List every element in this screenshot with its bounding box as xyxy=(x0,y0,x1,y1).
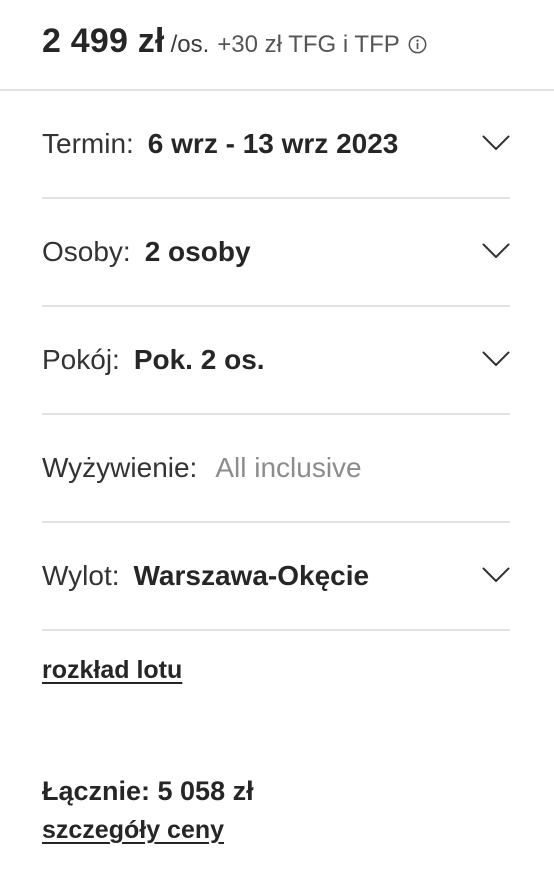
price-amount: 2 499 zł xyxy=(42,22,165,60)
price-unit: /os. xyxy=(170,31,210,58)
info-circle-icon[interactable] xyxy=(408,35,427,54)
departure-label: Wylot: xyxy=(42,560,120,591)
term-value: 6 wrz - 13 wrz 2023 xyxy=(147,128,399,159)
total-price: Łącznie: 5 058 zł xyxy=(42,776,254,806)
departure-value: Warszawa-Okęcie xyxy=(133,560,370,591)
price-header: 2 499 zł /os. +30 zł TFG i TFP xyxy=(42,22,427,62)
row-persons[interactable]: Osoby: 2 osoby xyxy=(42,199,510,307)
board-value: All inclusive xyxy=(215,452,362,483)
flight-schedule-link[interactable]: rozkład lotu xyxy=(42,656,182,685)
chevron-down-icon[interactable] xyxy=(482,567,510,583)
chevron-down-icon[interactable] xyxy=(482,243,510,259)
row-board: Wyżywienie: All inclusive xyxy=(42,415,510,523)
chevron-down-icon[interactable] xyxy=(482,135,510,151)
persons-label: Osoby: xyxy=(42,236,131,267)
booking-options: Termin: 6 wrz - 13 wrz 2023 Osoby: 2 oso… xyxy=(42,91,510,631)
row-room[interactable]: Pokój: Pok. 2 os. xyxy=(42,307,510,415)
board-label: Wyżywienie: xyxy=(42,452,198,483)
row-departure[interactable]: Wylot: Warszawa-Okęcie xyxy=(42,523,510,631)
price-details-link[interactable]: szczegóły ceny xyxy=(42,816,224,845)
room-value: Pok. 2 os. xyxy=(133,344,265,375)
persons-value: 2 osoby xyxy=(144,236,251,267)
room-label: Pokój: xyxy=(42,344,120,375)
price-extra-fees: +30 zł TFG i TFP xyxy=(217,31,400,58)
term-label: Termin: xyxy=(42,128,134,159)
chevron-down-icon[interactable] xyxy=(482,351,510,367)
row-term[interactable]: Termin: 6 wrz - 13 wrz 2023 xyxy=(42,91,510,199)
